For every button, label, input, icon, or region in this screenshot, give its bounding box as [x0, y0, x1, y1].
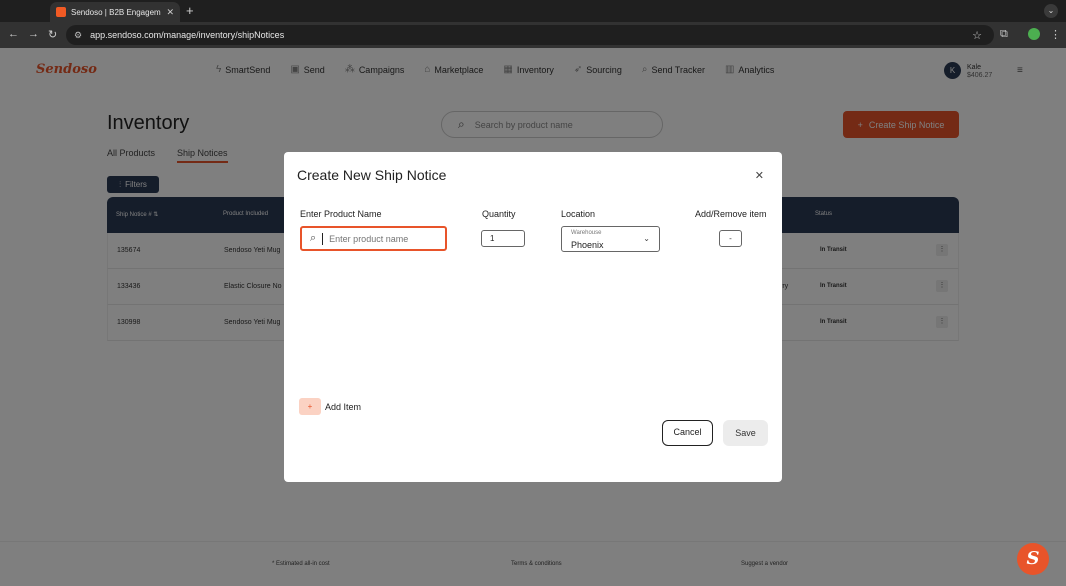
back-icon[interactable]: ←	[8, 28, 19, 40]
reload-icon[interactable]: ↻	[48, 28, 57, 41]
forward-icon[interactable]: →	[28, 28, 39, 40]
browser-menu-icon[interactable]: ⋮	[1050, 28, 1061, 41]
quantity-input[interactable]	[481, 230, 525, 247]
address-bar: ← → ↻ ⚙ app.sendoso.com/manage/inventory…	[0, 22, 1066, 48]
search-icon: ⌕	[310, 232, 317, 244]
chevron-down-icon: ⌄	[643, 234, 650, 243]
extensions-icon[interactable]: ⧉	[1000, 28, 1008, 41]
site-info-icon[interactable]: ⚙	[74, 30, 82, 41]
bookmark-star-icon[interactable]: ☆	[972, 29, 982, 42]
tab-search-icon[interactable]: ⌄	[1044, 4, 1058, 18]
text-caret	[322, 232, 324, 245]
cancel-button[interactable]: Cancel	[662, 420, 713, 446]
url-text: app.sendoso.com/manage/inventory/shipNot…	[90, 30, 285, 40]
browser-profile-avatar[interactable]	[1028, 28, 1040, 40]
location-select-value: Phoenix	[571, 240, 604, 250]
add-item-label: Add Item	[325, 401, 362, 412]
add-remove-label: Add/Remove item	[695, 209, 767, 219]
create-ship-notice-modal: Create New Ship Notice ✕ Enter Product N…	[284, 152, 782, 482]
close-icon[interactable]: ✕	[755, 169, 764, 182]
add-item-button[interactable]: + Add Item	[299, 398, 361, 415]
sendoso-favicon-icon	[56, 7, 66, 17]
tab-title: Sendoso | B2B Engagement P	[71, 7, 161, 17]
plus-icon: +	[299, 398, 321, 415]
location-select-label: Warehouse	[571, 230, 602, 236]
quantity-label: Quantity	[482, 209, 516, 219]
tab-close-icon[interactable]: ✕	[166, 7, 174, 18]
browser-tab[interactable]: Sendoso | B2B Engagement P ✕	[50, 2, 180, 22]
location-select[interactable]: Warehouse Phoenix ⌄	[561, 226, 660, 252]
browser-tab-bar: Sendoso | B2B Engagement P ✕ + ⌄	[0, 0, 1066, 22]
location-label: Location	[561, 209, 596, 219]
product-name-input[interactable]	[329, 233, 440, 244]
url-field[interactable]: ⚙ app.sendoso.com/manage/inventory/shipN…	[66, 25, 994, 45]
modal-title: Create New Ship Notice	[297, 167, 447, 183]
product-name-field[interactable]: ⌕	[300, 226, 447, 251]
save-button[interactable]: Save	[723, 420, 768, 446]
new-tab-button[interactable]: +	[186, 3, 194, 18]
product-name-label: Enter Product Name	[300, 209, 382, 219]
remove-item-button[interactable]: -	[719, 230, 742, 247]
sendoso-chat-launcher-icon[interactable]: S	[1017, 543, 1049, 575]
